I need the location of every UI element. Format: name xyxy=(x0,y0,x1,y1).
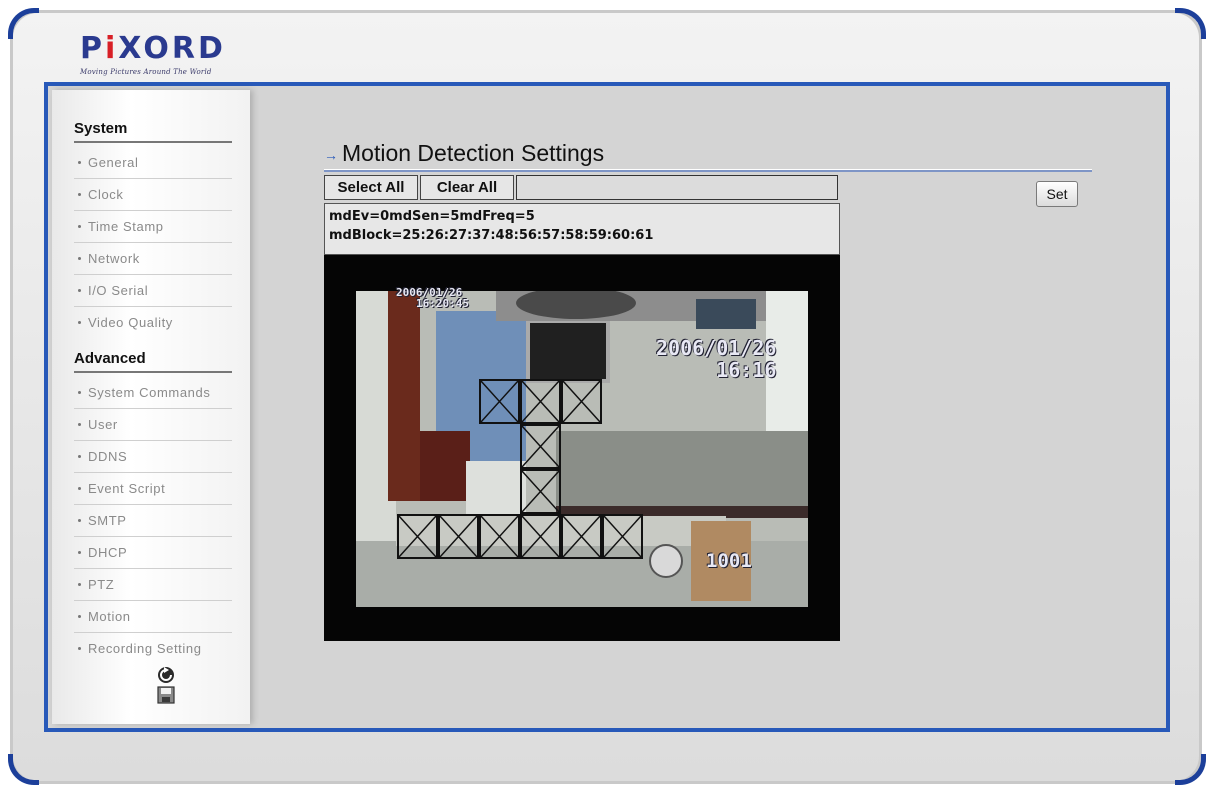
osd-time: 16:16 xyxy=(716,358,777,382)
motion-block[interactable] xyxy=(520,469,561,514)
sidebar-item-label: Motion xyxy=(88,609,131,624)
frame-corner xyxy=(1175,8,1206,39)
motion-params-display: mdEv=0mdSen=5mdFreq=5 mdBlock=25:26:27:3… xyxy=(324,203,840,255)
motion-block[interactable] xyxy=(602,514,643,559)
sidebar-item-event-script[interactable]: Event Script xyxy=(74,474,232,505)
osd-timestamp-large: 2006/01/26 16:16 xyxy=(656,337,776,381)
sidebar-item-network[interactable]: Network xyxy=(74,244,232,275)
sidebar-item-ptz[interactable]: PTZ xyxy=(74,570,232,601)
sidebar-item-video-quality[interactable]: Video Quality xyxy=(74,308,232,339)
sidebar-heading-advanced: Advanced xyxy=(74,350,232,373)
bullet-icon xyxy=(78,454,81,458)
bullet-icon xyxy=(78,646,81,650)
sidebar-item-label: Video Quality xyxy=(88,315,173,330)
bullet-icon xyxy=(78,160,81,164)
sidebar-item-smtp[interactable]: SMTP xyxy=(74,506,232,537)
logo-letters: P xyxy=(80,31,105,66)
bullet-icon xyxy=(78,256,81,260)
wall-number: 1001 xyxy=(706,550,752,572)
logo-wordmark: PiXORD xyxy=(80,34,226,64)
osd-date: 2006/01/26 xyxy=(656,336,777,360)
sidebar-item-label: I/O Serial xyxy=(88,283,149,298)
bullet-icon xyxy=(78,614,81,618)
camera-image[interactable]: 2006/01/26 16:20:45 2006/01/26 16:16 1001 xyxy=(356,287,808,607)
sidebar-item-label: Clock xyxy=(88,187,124,202)
logo-tagline: Moving Pictures Around The World xyxy=(80,68,212,76)
set-button[interactable]: Set xyxy=(1036,181,1078,207)
motion-block[interactable] xyxy=(438,514,479,559)
main-panel: System General Clock Time Stamp Network … xyxy=(44,82,1170,732)
sidebar-item-system-commands[interactable]: System Commands xyxy=(74,378,232,409)
block-value-field[interactable] xyxy=(516,175,838,200)
sidebar-item-clock[interactable]: Clock xyxy=(74,180,232,211)
pixord-logo: PiXORD Moving Pictures Around The World xyxy=(80,34,226,77)
sidebar-item-label: User xyxy=(88,417,118,432)
bullet-icon xyxy=(78,390,81,394)
motion-toolbar: Select All Clear All xyxy=(324,175,838,200)
motion-block[interactable] xyxy=(397,514,438,559)
sidebar-item-label: SMTP xyxy=(88,513,127,528)
motion-block[interactable] xyxy=(479,514,520,559)
sidebar-item-label: DDNS xyxy=(88,449,128,464)
page-title: → Motion Detection Settings xyxy=(324,140,604,167)
sidebar-actions xyxy=(156,664,250,705)
sidebar: System General Clock Time Stamp Network … xyxy=(52,90,250,724)
logo-letters: i xyxy=(105,31,119,66)
frame-corner xyxy=(1175,754,1206,785)
bullet-icon xyxy=(78,320,81,324)
sidebar-item-label: General xyxy=(88,155,139,170)
logo-letters: XORD xyxy=(118,31,226,66)
bullet-icon xyxy=(78,518,81,522)
osd-time: 16:20:45 xyxy=(416,297,469,310)
title-divider xyxy=(324,169,1092,172)
motion-block[interactable] xyxy=(479,379,520,424)
clear-all-button[interactable]: Clear All xyxy=(420,175,514,200)
sidebar-item-label: Time Stamp xyxy=(88,219,164,234)
sidebar-item-io-serial[interactable]: I/O Serial xyxy=(74,276,232,307)
motion-block[interactable] xyxy=(520,424,561,469)
sidebar-item-label: Event Script xyxy=(88,481,166,496)
sidebar-item-time-stamp[interactable]: Time Stamp xyxy=(74,212,232,243)
sidebar-item-label: Recording Setting xyxy=(88,641,202,656)
page-title-text: Motion Detection Settings xyxy=(342,140,605,166)
sidebar-item-recording-setting[interactable]: Recording Setting xyxy=(74,634,232,665)
sidebar-item-label: PTZ xyxy=(88,577,115,592)
sidebar-item-label: DHCP xyxy=(88,545,128,560)
bullet-icon xyxy=(78,582,81,586)
bullet-icon xyxy=(78,422,81,426)
frame-corner xyxy=(8,8,39,39)
save-icon[interactable] xyxy=(156,685,176,705)
bullet-icon xyxy=(78,192,81,196)
sidebar-item-ddns[interactable]: DDNS xyxy=(74,442,232,473)
bullet-icon xyxy=(78,550,81,554)
sidebar-item-label: Network xyxy=(88,251,140,266)
sidebar-item-motion[interactable]: Motion xyxy=(74,602,232,633)
sidebar-item-dhcp[interactable]: DHCP xyxy=(74,538,232,569)
bullet-icon xyxy=(78,486,81,490)
motion-block[interactable] xyxy=(561,379,602,424)
arrow-right-icon: → xyxy=(324,146,338,163)
bullet-icon xyxy=(78,288,81,292)
refresh-icon[interactable] xyxy=(156,665,176,685)
video-preview: 2006/01/26 16:20:45 2006/01/26 16:16 1001 xyxy=(324,255,840,641)
osd-timestamp-small: 2006/01/26 16:20:45 xyxy=(396,287,469,309)
params-line: mdBlock=25:26:27:37:48:56:57:58:59:60:61 xyxy=(329,228,654,243)
frame-corner xyxy=(8,754,39,785)
sidebar-item-general[interactable]: General xyxy=(74,148,232,179)
bullet-icon xyxy=(78,224,81,228)
motion-block[interactable] xyxy=(520,379,561,424)
select-all-button[interactable]: Select All xyxy=(324,175,418,200)
params-line: mdEv=0mdSen=5mdFreq=5 xyxy=(329,209,535,224)
motion-block[interactable] xyxy=(561,514,602,559)
motion-block[interactable] xyxy=(520,514,561,559)
sidebar-heading-system: System xyxy=(74,120,232,143)
sidebar-item-user[interactable]: User xyxy=(74,410,232,441)
sidebar-item-label: System Commands xyxy=(88,385,211,400)
